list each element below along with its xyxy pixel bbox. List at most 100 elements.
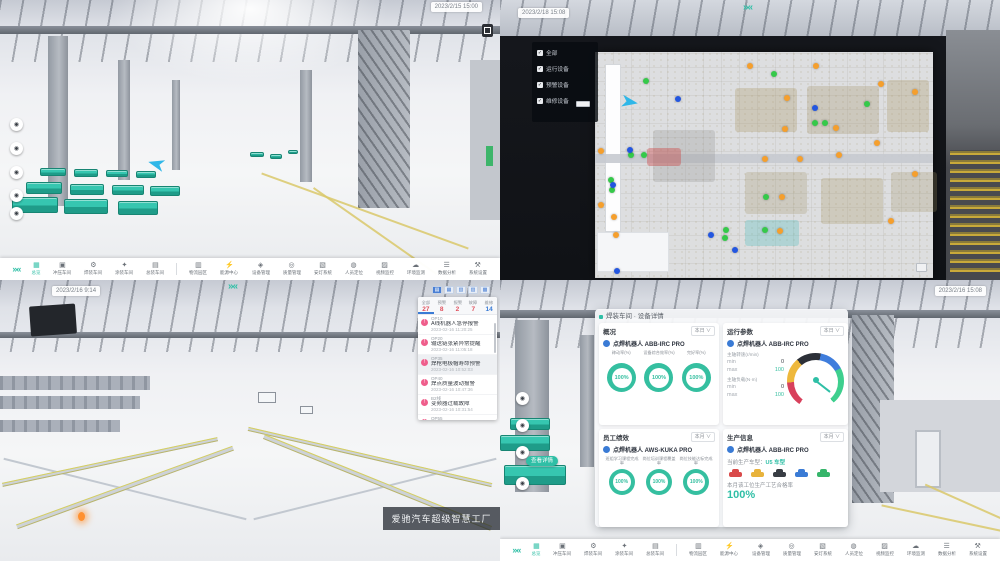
status-dot[interactable] bbox=[864, 101, 870, 107]
status-dot[interactable] bbox=[836, 152, 842, 158]
alarm-stat-tab[interactable]: 全部27 bbox=[418, 297, 434, 314]
alarm-stat-tab[interactable]: 报警2 bbox=[450, 297, 466, 314]
toolbar-item-andon[interactable]: ▧安灯系统 bbox=[813, 543, 833, 557]
map-zoom-button[interactable] bbox=[916, 263, 927, 272]
status-dot[interactable] bbox=[777, 228, 783, 234]
view-details-button[interactable]: 查看详情 bbox=[526, 456, 558, 466]
poi-marker[interactable]: ◉ bbox=[516, 477, 529, 490]
status-dot[interactable] bbox=[912, 89, 918, 95]
period-select[interactable]: 本月 ∨ bbox=[820, 432, 844, 442]
period-select[interactable]: 本日 ∨ bbox=[820, 326, 844, 336]
agv-cart[interactable] bbox=[112, 185, 144, 195]
toolbar-item-logistics[interactable]: ▥物流园区 bbox=[688, 543, 708, 557]
toolbar-item-stamping[interactable]: ▣冲压车间 bbox=[52, 262, 72, 276]
status-dot[interactable] bbox=[641, 152, 647, 158]
agv-cart[interactable] bbox=[136, 171, 156, 178]
status-dot[interactable] bbox=[611, 214, 617, 220]
fullscreen-icon[interactable] bbox=[482, 24, 493, 37]
status-dot[interactable] bbox=[763, 194, 769, 200]
status-dot[interactable] bbox=[813, 63, 819, 69]
status-dot[interactable] bbox=[762, 227, 768, 233]
status-dot[interactable] bbox=[723, 227, 729, 233]
agv-cart[interactable] bbox=[70, 184, 104, 195]
alarm-list-item[interactable]: !OP55伺服电机温度偏高2023-02-16 10:12:40 bbox=[418, 415, 497, 420]
agv-cart[interactable] bbox=[250, 152, 264, 157]
alarm-list-item[interactable]: !B2线变频器过载故障2023-02-16 10:31:54 bbox=[418, 395, 497, 415]
toolbar-item-settings[interactable]: ⚒系统设置 bbox=[968, 543, 988, 557]
agv-cart[interactable] bbox=[270, 154, 282, 159]
toolbar-item-personnel[interactable]: ◍人员定位 bbox=[344, 262, 364, 276]
agv-cart[interactable] bbox=[74, 169, 98, 177]
alarm-mini-tab[interactable]: ▦ bbox=[444, 286, 454, 294]
toolbar-item-quality[interactable]: ◎质量管理 bbox=[782, 543, 802, 557]
poi-marker[interactable]: ◉ bbox=[10, 142, 23, 155]
toolbar-item-equipment[interactable]: ◈设备管理 bbox=[751, 543, 771, 557]
toolbar-item-welding[interactable]: ⚙焊装车间 bbox=[83, 262, 103, 276]
alarm-stat-tab[interactable]: 维修14 bbox=[481, 297, 497, 314]
poi-marker[interactable]: ◉ bbox=[516, 392, 529, 405]
status-dot[interactable] bbox=[822, 120, 828, 126]
toolbar-item-equipment[interactable]: ◈设备管理 bbox=[251, 262, 271, 276]
status-dot[interactable] bbox=[747, 63, 753, 69]
toolbar-item-assembly[interactable]: ▤总装车间 bbox=[645, 543, 665, 557]
toolbar-item-welding[interactable]: ⚙焊装车间 bbox=[583, 543, 603, 557]
alarm-list-item[interactable]: !OP20输送链张紧异常提醒2023-02-16 11:05:18 bbox=[418, 335, 497, 355]
status-dot[interactable] bbox=[643, 78, 649, 84]
poi-marker[interactable]: ◉ bbox=[10, 118, 23, 131]
toolbar-item-analytics[interactable]: ☰数据分析 bbox=[937, 543, 957, 557]
status-dot[interactable] bbox=[784, 95, 790, 101]
poi-marker[interactable]: ◉ bbox=[516, 419, 529, 432]
toolbar-item-quality[interactable]: ◎质量管理 bbox=[282, 262, 302, 276]
status-dot[interactable] bbox=[627, 147, 633, 153]
status-dot[interactable] bbox=[833, 125, 839, 131]
status-dot[interactable] bbox=[812, 105, 818, 111]
toolbar-item-video[interactable]: ▨视频监控 bbox=[375, 262, 395, 276]
period-select[interactable]: 本日 ∨ bbox=[691, 326, 715, 336]
status-dot[interactable] bbox=[722, 235, 728, 241]
toolbar-item-painting[interactable]: ✦涂装车间 bbox=[114, 262, 134, 276]
status-dot[interactable] bbox=[614, 268, 620, 274]
agv-cart[interactable] bbox=[504, 465, 566, 485]
poi-marker[interactable]: ◉ bbox=[10, 189, 23, 202]
toolbar-item-environment[interactable]: ☁环境监测 bbox=[906, 543, 926, 557]
toolbar-item-painting[interactable]: ✦涂装车间 bbox=[614, 543, 634, 557]
scrollbar[interactable] bbox=[494, 323, 496, 353]
alarm-mini-tab[interactable]: ▤ bbox=[432, 286, 442, 294]
toolbar-item-energy[interactable]: ⚡能源中心 bbox=[719, 543, 739, 557]
agv-cart[interactable] bbox=[150, 186, 180, 196]
status-dot[interactable] bbox=[912, 171, 918, 177]
layer-toggle[interactable]: ✓全部 bbox=[537, 48, 593, 57]
alarm-stat-tab[interactable]: 故障7 bbox=[465, 297, 481, 314]
agv-cart[interactable] bbox=[106, 170, 128, 177]
layer-toggle[interactable]: ✓运行设备 bbox=[537, 64, 593, 73]
status-dot[interactable] bbox=[598, 148, 604, 154]
toolbar-item-environment[interactable]: ☁环境监测 bbox=[406, 262, 426, 276]
toolbar-item-settings[interactable]: ⚒系统设置 bbox=[468, 262, 488, 276]
agv-cart[interactable] bbox=[288, 150, 298, 154]
status-dot[interactable] bbox=[779, 194, 785, 200]
alarm-mini-tab[interactable]: ▩ bbox=[480, 286, 490, 294]
status-dot[interactable] bbox=[888, 218, 894, 224]
status-dot[interactable] bbox=[732, 247, 738, 253]
toolbar-item-andon[interactable]: ▧安灯系统 bbox=[313, 262, 333, 276]
status-dot[interactable] bbox=[675, 96, 681, 102]
status-dot[interactable] bbox=[613, 232, 619, 238]
status-dot[interactable] bbox=[610, 182, 616, 188]
toolbar-item-analytics[interactable]: ☰数据分析 bbox=[437, 262, 457, 276]
status-dot[interactable] bbox=[878, 81, 884, 87]
toolbar-item-energy[interactable]: ⚡能源中心 bbox=[219, 262, 239, 276]
agv-cart[interactable] bbox=[64, 199, 108, 214]
alarm-list-item[interactable]: !OP10A线机器人急停报警2023-02-16 11:20:25 bbox=[418, 315, 497, 335]
alarm-list-item[interactable]: !OP40焊点质量波动报警2023-02-16 10:47:36 bbox=[418, 375, 497, 395]
alarm-stat-tab[interactable]: 预警8 bbox=[434, 297, 450, 314]
collapse-map-button[interactable] bbox=[576, 101, 590, 107]
layer-toggle[interactable]: ✓预警设备 bbox=[537, 80, 593, 89]
toolbar-item-overview[interactable]: ▦总览 bbox=[31, 262, 41, 276]
period-select[interactable]: 本月 ∨ bbox=[691, 432, 715, 442]
status-dot[interactable] bbox=[797, 156, 803, 162]
poi-marker[interactable]: ◉ bbox=[10, 166, 23, 179]
alarm-mini-tab[interactable]: ▧ bbox=[456, 286, 466, 294]
status-dot[interactable] bbox=[708, 232, 714, 238]
toolbar-item-personnel[interactable]: ◍人员定位 bbox=[844, 543, 864, 557]
toolbar-item-video[interactable]: ▨视频监控 bbox=[875, 543, 895, 557]
